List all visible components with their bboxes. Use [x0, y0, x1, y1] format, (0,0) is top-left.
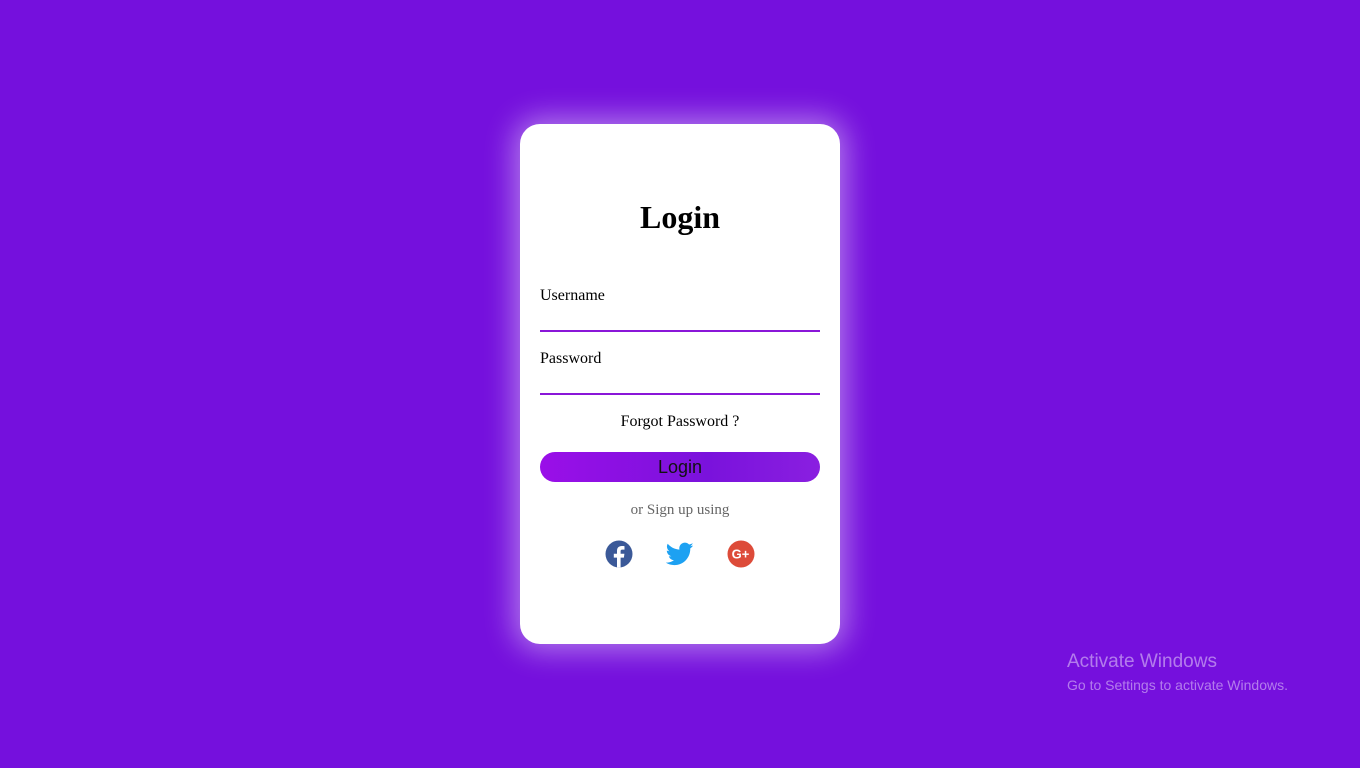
username-input[interactable]	[540, 312, 820, 332]
facebook-button[interactable]	[605, 540, 633, 568]
watermark-subtitle: Go to Settings to activate Windows.	[1067, 677, 1288, 693]
password-input[interactable]	[540, 375, 820, 395]
login-title: Login	[639, 199, 721, 235]
watermark-title: Activate Windows	[1067, 651, 1217, 672]
password-field: Password	[540, 349, 820, 395]
svg-text:G+: G+	[732, 547, 750, 562]
twitter-button[interactable]	[665, 540, 694, 568]
login-button[interactable]: Login	[540, 452, 820, 482]
facebook-icon	[605, 540, 633, 568]
forgot-password-link[interactable]: Forgot Password ?	[520, 413, 840, 431]
social-buttons: G+	[605, 540, 755, 568]
username-label: Username	[540, 287, 605, 304]
password-label: Password	[540, 350, 602, 367]
twitter-icon	[665, 542, 694, 566]
google-plus-button[interactable]: G+	[727, 540, 755, 568]
google-plus-icon: G+	[727, 540, 755, 568]
username-field: Username	[540, 286, 820, 332]
windows-activation-watermark: Activate Windows Go to Settings to activ…	[1067, 650, 1288, 696]
signup-text: or Sign up using	[630, 502, 730, 518]
login-card: Login Username Password Forgot Password …	[520, 124, 840, 644]
